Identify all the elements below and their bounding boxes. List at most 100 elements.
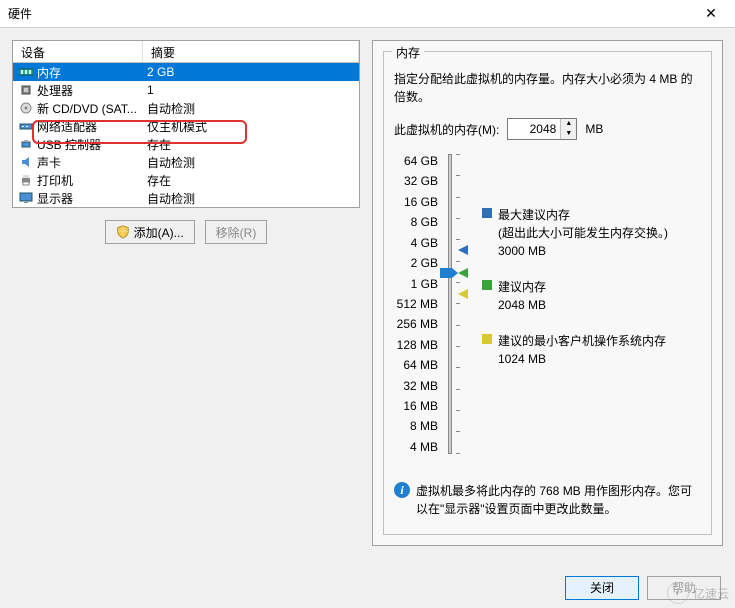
slider-tick: [456, 282, 460, 283]
slider-tick: [456, 453, 460, 454]
device-summary: 自动检测: [143, 154, 359, 171]
slider-tick-label: 256 MB: [394, 317, 438, 331]
device-name: 处理器: [35, 82, 143, 99]
device-name: USB 控制器: [35, 136, 143, 153]
watermark-icon: ◐: [667, 582, 689, 604]
slider-tick-label: 2 GB: [394, 256, 438, 270]
memory-spinner[interactable]: ▲ ▼: [507, 118, 577, 140]
slider-tick: [456, 325, 460, 326]
disc-icon: [17, 101, 35, 115]
slider-tick: [456, 218, 460, 219]
slider-tick: [456, 239, 460, 240]
slider-tick: [456, 197, 460, 198]
device-name: 内存: [35, 64, 143, 81]
spin-up-icon[interactable]: ▲: [561, 119, 576, 129]
slider-tick: [456, 410, 460, 411]
watermark-text: 亿速云: [693, 585, 729, 602]
settings-panel: 内存 指定分配给此虚拟机的内存量。内存大小必须为 4 MB 的倍数。 此虚拟机的…: [372, 40, 723, 546]
legend-min-swatch: [482, 334, 492, 344]
table-row[interactable]: 打印机存在: [13, 171, 359, 189]
device-summary: 存在: [143, 172, 359, 189]
shield-icon: [116, 225, 130, 239]
slider-tick-label: 4 MB: [394, 440, 438, 454]
table-row[interactable]: 声卡自动检测: [13, 153, 359, 171]
slider-tick-labels: 64 GB32 GB16 GB8 GB4 GB2 GB1 GB512 MB256…: [394, 154, 444, 454]
device-summary: 自动检测: [143, 190, 359, 207]
device-summary: 1: [143, 83, 359, 97]
printer-icon: [17, 173, 35, 187]
slider-tick-label: 8 MB: [394, 419, 438, 433]
slider-tick: [456, 303, 460, 304]
add-button-label: 添加(A)...: [134, 224, 184, 241]
table-row[interactable]: 显示器自动检测: [13, 189, 359, 207]
device-list-panel: 设备 摘要 内存2 GB处理器1新 CD/DVD (SAT...自动检测网络适配…: [12, 40, 360, 208]
device-summary: 2 GB: [143, 65, 359, 79]
legend-max-swatch: [482, 208, 492, 218]
memory-slider[interactable]: [444, 154, 472, 454]
slider-tick: [456, 175, 460, 176]
legend-max-value: 3000 MB: [498, 242, 668, 260]
header-summary[interactable]: 摘要: [143, 41, 359, 62]
device-summary: 自动检测: [143, 100, 359, 117]
dialog-content: 设备 摘要 内存2 GB处理器1新 CD/DVD (SAT...自动检测网络适配…: [0, 28, 735, 558]
legend-max-note: (超出此大小可能发生内存交换。): [498, 224, 668, 242]
memory-group-title: 内存: [392, 44, 424, 61]
legend-rec-swatch: [482, 280, 492, 290]
device-name: 显示器: [35, 190, 143, 207]
table-row[interactable]: 新 CD/DVD (SAT...自动检测: [13, 99, 359, 117]
sound-icon: [17, 155, 35, 169]
marker-min-icon: [458, 288, 468, 298]
slider-tick-label: 64 GB: [394, 154, 438, 168]
remove-button-label: 移除(R): [216, 224, 257, 241]
table-row[interactable]: USB 控制器存在: [13, 135, 359, 153]
legend-rec-title: 建议内存: [498, 278, 546, 296]
slider-tick-label: 16 GB: [394, 195, 438, 209]
close-icon[interactable]: ✕: [695, 5, 727, 22]
slider-tick-label: 32 GB: [394, 174, 438, 188]
memory-group: 内存 指定分配给此虚拟机的内存量。内存大小必须为 4 MB 的倍数。 此虚拟机的…: [383, 51, 712, 535]
table-row[interactable]: 网络适配器仅主机模式: [13, 117, 359, 135]
header-device[interactable]: 设备: [13, 41, 143, 62]
info-icon: i: [394, 482, 410, 498]
usb-icon: [17, 137, 35, 151]
slider-tick-label: 16 MB: [394, 399, 438, 413]
add-button[interactable]: 添加(A)...: [105, 220, 195, 244]
memory-unit: MB: [585, 122, 603, 136]
legend-max-title: 最大建议内存: [498, 206, 668, 224]
legend-min-value: 1024 MB: [498, 350, 666, 368]
slider-tick: [456, 389, 460, 390]
watermark: ◐ 亿速云: [667, 582, 729, 604]
memory-input-label: 此虚拟机的内存(M):: [394, 121, 499, 138]
info-row: i 虚拟机最多将此内存的 768 MB 用作图形内存。您可以在"显示器"设置页面…: [394, 482, 701, 518]
device-summary: 存在: [143, 136, 359, 153]
device-name: 打印机: [35, 172, 143, 189]
display-icon: [17, 191, 35, 205]
slider-tick-label: 512 MB: [394, 297, 438, 311]
legend-area: 最大建议内存 (超出此大小可能发生内存交换。) 3000 MB 建议内存 204…: [472, 154, 701, 454]
slider-tick: [456, 431, 460, 432]
device-table-header: 设备 摘要: [13, 41, 359, 63]
network-icon: [17, 119, 35, 133]
marker-rec-icon: [458, 267, 468, 277]
slider-tick-label: 32 MB: [394, 379, 438, 393]
slider-tick-label: 8 GB: [394, 215, 438, 229]
titlebar: 硬件 ✕: [0, 0, 735, 28]
table-row[interactable]: 内存2 GB: [13, 63, 359, 81]
memory-icon: [17, 65, 35, 79]
slider-thumb-icon[interactable]: [440, 268, 458, 278]
cpu-icon: [17, 83, 35, 97]
slider-tick: [456, 154, 460, 155]
info-text: 虚拟机最多将此内存的 768 MB 用作图形内存。您可以在"显示器"设置页面中更…: [416, 482, 701, 518]
legend-rec-value: 2048 MB: [498, 296, 546, 314]
slider-tick: [456, 261, 460, 262]
slider-tick-label: 1 GB: [394, 277, 438, 291]
memory-description: 指定分配给此虚拟机的内存量。内存大小必须为 4 MB 的倍数。: [394, 70, 701, 106]
memory-input[interactable]: [508, 119, 560, 139]
device-list[interactable]: 内存2 GB处理器1新 CD/DVD (SAT...自动检测网络适配器仅主机模式…: [13, 63, 359, 207]
slider-tick-label: 128 MB: [394, 338, 438, 352]
spin-down-icon[interactable]: ▼: [561, 129, 576, 139]
table-row[interactable]: 处理器1: [13, 81, 359, 99]
device-name: 网络适配器: [35, 118, 143, 135]
device-name: 声卡: [35, 154, 143, 171]
close-button[interactable]: 关闭: [565, 576, 639, 600]
